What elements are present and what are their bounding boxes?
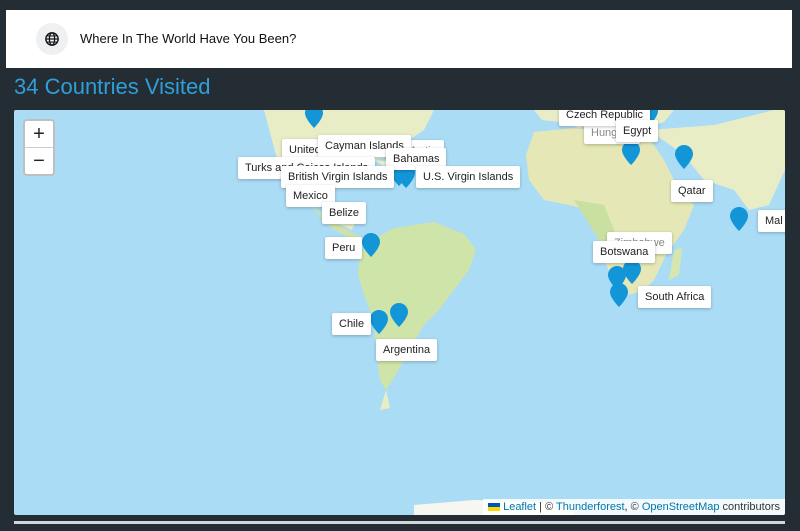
globe-icon[interactable] xyxy=(36,23,68,55)
country-label: South Africa xyxy=(638,286,712,308)
countries-visited-heading: 34 Countries Visited xyxy=(14,74,211,99)
map-marker[interactable] xyxy=(370,310,388,334)
top-bar: Where In The World Have You Been? xyxy=(6,10,792,68)
country-label: Chile xyxy=(332,313,372,335)
thunderforest-link[interactable]: Thunderforest xyxy=(556,501,624,513)
country-label: Botswana xyxy=(593,241,656,263)
map-marker[interactable] xyxy=(730,207,748,231)
ukraine-flag-icon xyxy=(488,503,501,512)
country-label: Belize xyxy=(322,202,366,224)
country-label: Peru xyxy=(325,237,363,259)
openstreetmap-link[interactable]: OpenStreetMap xyxy=(642,501,720,513)
map-attribution: Leaflet | © Thunderforest, © OpenStreetM… xyxy=(483,499,785,515)
map-marker[interactable] xyxy=(305,110,323,128)
page-title: Where In The World Have You Been? xyxy=(80,31,297,46)
world-map[interactable]: + − United Martin Cayman Islands Bahamas… xyxy=(14,110,785,515)
country-label: Argentina xyxy=(376,339,438,361)
attribution-separator: | © xyxy=(536,501,557,513)
map-marker[interactable] xyxy=(610,283,628,307)
country-label: Mal xyxy=(758,210,785,232)
country-label: Qatar xyxy=(671,180,713,202)
zoom-control: + − xyxy=(23,119,55,176)
leaflet-link[interactable]: Leaflet xyxy=(503,501,536,513)
footer-divider xyxy=(14,521,785,524)
zoom-out-button[interactable]: − xyxy=(25,147,53,174)
map-marker[interactable] xyxy=(675,145,693,169)
map-marker[interactable] xyxy=(622,141,640,165)
attribution-suffix: contributors xyxy=(719,501,780,513)
attribution-separator: , © xyxy=(624,501,642,513)
zoom-in-button[interactable]: + xyxy=(25,121,53,147)
country-label: Egypt xyxy=(616,120,659,142)
map-marker[interactable] xyxy=(362,233,380,257)
map-marker[interactable] xyxy=(390,303,408,327)
country-label: U.S. Virgin Islands xyxy=(416,166,521,188)
